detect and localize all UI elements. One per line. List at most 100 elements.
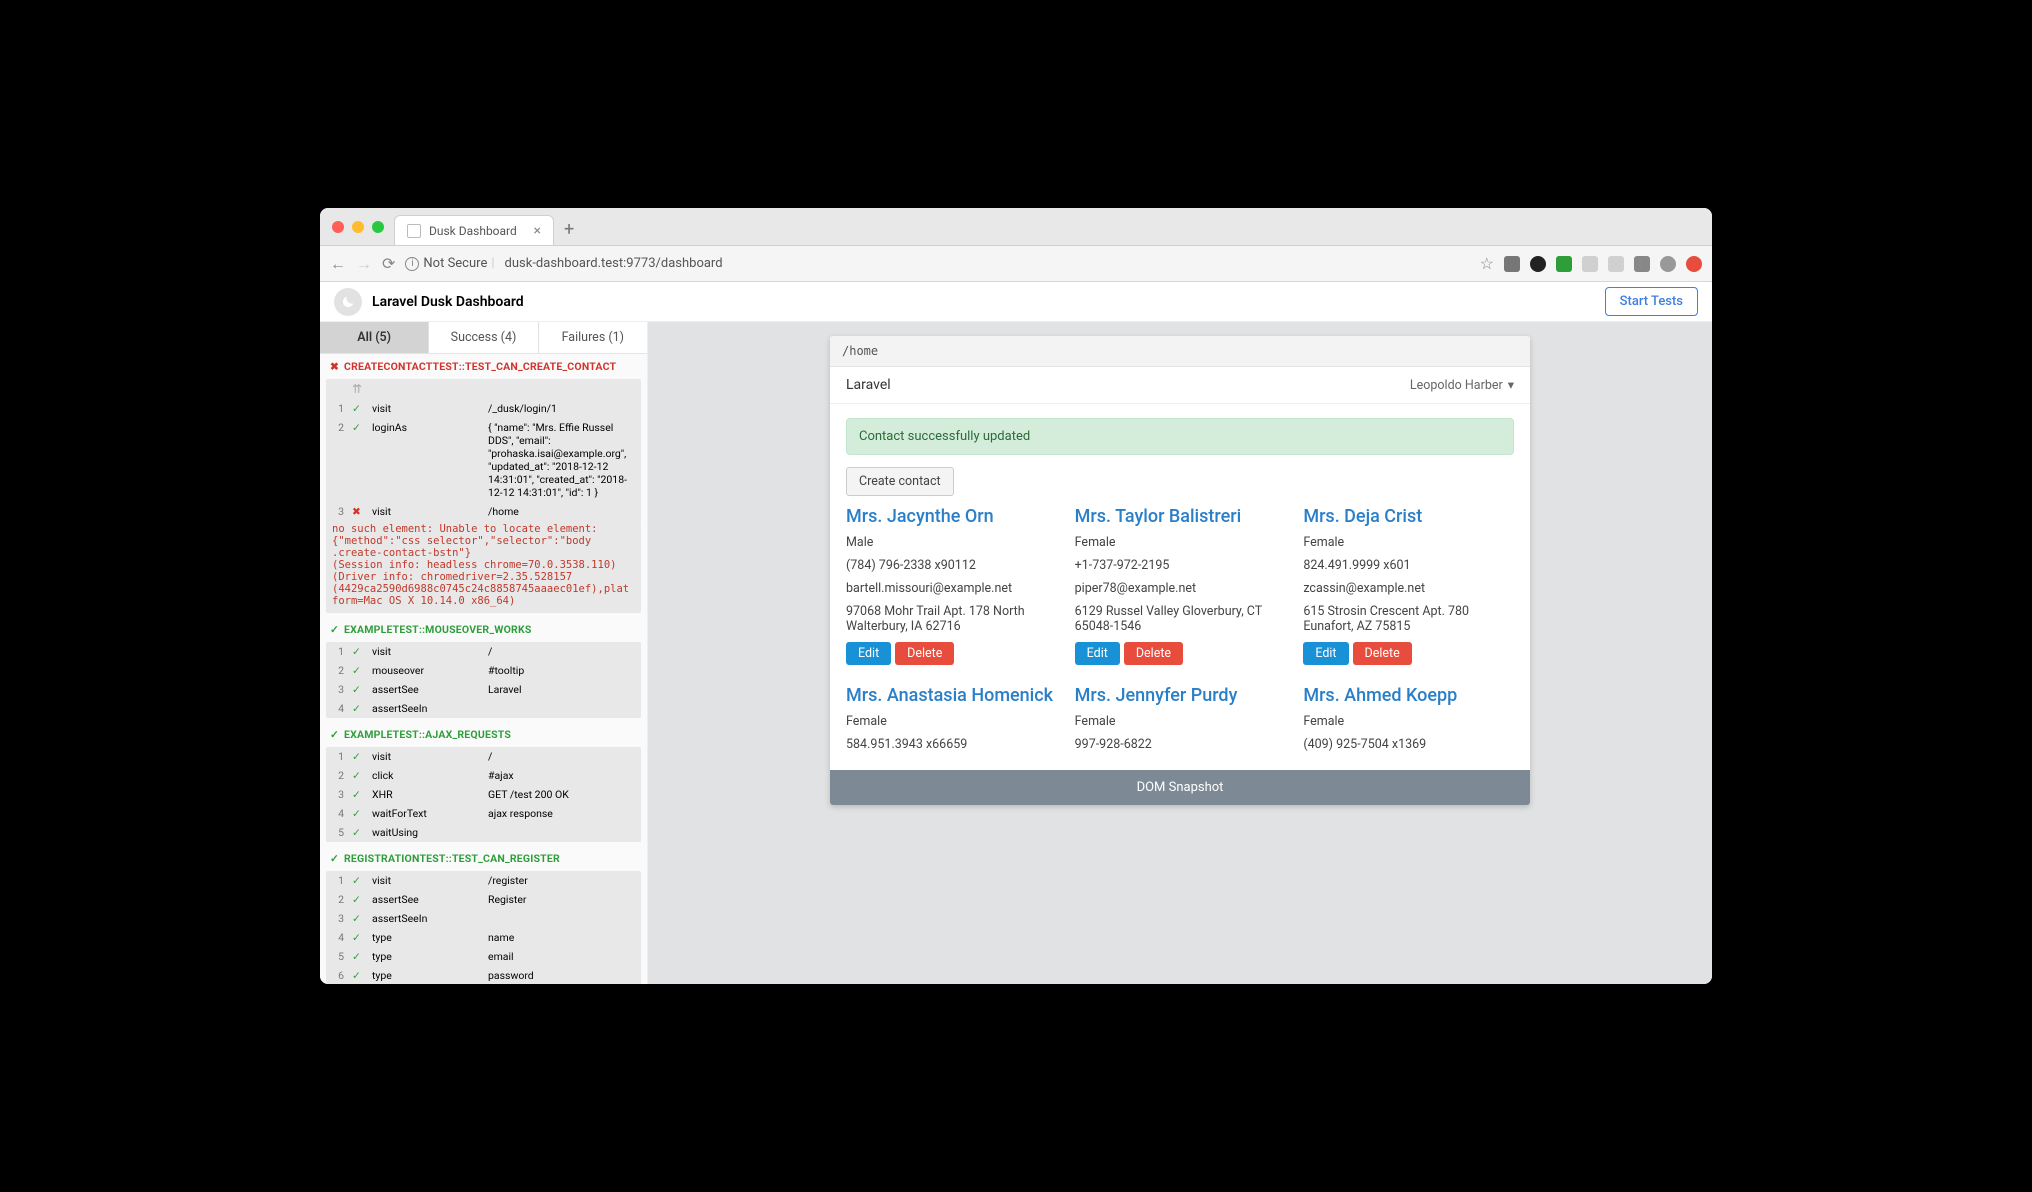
ext-grey-icon[interactable] <box>1582 256 1598 272</box>
step-argument: #ajax <box>488 769 635 782</box>
contact-name[interactable]: Mrs. Anastasia Homenick <box>846 685 1057 706</box>
step-row[interactable]: 5✓waitUsing <box>326 823 641 842</box>
contact-email: bartell.missouri@example.net <box>846 581 1057 596</box>
step-row[interactable]: 4✓waitForTextajax response <box>326 804 641 823</box>
step-command: waitUsing <box>372 826 480 839</box>
edit-button[interactable]: Edit <box>1075 642 1120 665</box>
ext-php-icon[interactable] <box>1504 256 1520 272</box>
step-row[interactable]: 1✓visit/register <box>326 871 641 890</box>
step-number: 4 <box>332 931 344 944</box>
check-icon: ✓ <box>352 893 364 906</box>
test-header[interactable]: ✖CREATECONTACTTEST::TEST_CAN_CREATE_CONT… <box>320 354 647 379</box>
test-header[interactable]: ✓EXAMPLETEST::AJAX_REQUESTS <box>320 722 647 747</box>
check-icon: ✓ <box>352 912 364 925</box>
avatar-icon[interactable] <box>1660 256 1676 272</box>
step-row[interactable]: 4✓typename <box>326 928 641 947</box>
minimize-window-icon[interactable] <box>352 221 364 233</box>
filter-tab-failures[interactable]: Failures (1) <box>539 322 647 353</box>
step-row[interactable]: 4✓assertSeeIn <box>326 699 641 718</box>
close-tab-icon[interactable]: × <box>534 223 541 239</box>
delete-button[interactable]: Delete <box>1353 642 1412 665</box>
contact-name[interactable]: Mrs. Jacynthe Orn <box>846 506 1057 527</box>
ext-pusher-icon[interactable] <box>1556 256 1572 272</box>
delete-button[interactable]: Delete <box>1124 642 1183 665</box>
contact-card: Mrs. Jennyfer PurdyFemale997-928-6822 <box>1075 685 1286 760</box>
test-title: CREATECONTACTTEST::TEST_CAN_CREATE_CONTA… <box>344 360 616 373</box>
step-row[interactable]: 2✓mouseover#tooltip <box>326 661 641 680</box>
edit-button[interactable]: Edit <box>846 642 891 665</box>
pin-icon: ⇈ <box>352 382 362 396</box>
step-row[interactable]: 2✓click#ajax <box>326 766 641 785</box>
new-tab-button[interactable]: + <box>564 219 574 240</box>
contact-gender: Female <box>846 714 1057 729</box>
bookmark-star-icon[interactable]: ☆ <box>1480 254 1494 273</box>
test-title: REGISTRATIONTEST::TEST_CAN_REGISTER <box>344 852 560 865</box>
tab-title: Dusk Dashboard <box>429 224 517 238</box>
step-number: 3 <box>332 505 344 518</box>
preview-user-dropdown[interactable]: Leopoldo Harber ▾ <box>1410 377 1514 393</box>
back-button[interactable]: ← <box>330 254 346 274</box>
step-row[interactable]: 5✓typeemail <box>326 947 641 966</box>
test-header[interactable]: ✓REGISTRATIONTEST::TEST_CAN_REGISTER <box>320 846 647 871</box>
step-row[interactable]: 3✓assertSeeIn <box>326 909 641 928</box>
ext-dev-icon[interactable] <box>1634 256 1650 272</box>
step-argument: password <box>488 969 635 982</box>
start-tests-button[interactable]: Start Tests <box>1605 287 1698 316</box>
step-argument: { "name": "Mrs. Effie Russel DDS", "emai… <box>488 421 635 499</box>
step-row[interactable]: 2✓loginAs{ "name": "Mrs. Effie Russel DD… <box>326 418 641 502</box>
filter-tab-success[interactable]: Success (4) <box>429 322 538 353</box>
delete-button[interactable]: Delete <box>895 642 954 665</box>
step-row[interactable]: 3✖visit/home <box>326 502 641 521</box>
contact-address: 6129 Russel Valley Gloverbury, CT 65048-… <box>1075 604 1286 634</box>
step-argument: ajax response <box>488 807 635 820</box>
tests-list[interactable]: ✖CREATECONTACTTEST::TEST_CAN_CREATE_CONT… <box>320 354 647 984</box>
ext-dark-icon[interactable] <box>1530 256 1546 272</box>
contact-name[interactable]: Mrs. Taylor Balistreri <box>1075 506 1286 527</box>
step-argument: email <box>488 950 635 963</box>
check-icon: ✓ <box>352 769 364 782</box>
contact-phone: 997-928-6822 <box>1075 737 1286 752</box>
preview-frame: /home Laravel Leopoldo Harber ▾ Contact … <box>830 336 1530 805</box>
ext-grey2-icon[interactable] <box>1608 256 1624 272</box>
ext-red-icon[interactable] <box>1686 256 1702 272</box>
security-indicator[interactable]: i Not Secure | <box>405 256 494 271</box>
step-row[interactable]: 3✓assertSeeLaravel <box>326 680 641 699</box>
step-command: visit <box>372 505 480 518</box>
maximize-window-icon[interactable] <box>372 221 384 233</box>
step-row[interactable]: 6✓typepassword <box>326 966 641 984</box>
filter-tab-all[interactable]: All (5) <box>320 322 429 353</box>
contact-name[interactable]: Mrs. Deja Crist <box>1303 506 1514 527</box>
step-table: ⇈ 1✓visit/_dusk/login/12✓loginAs{ "name":… <box>326 379 641 521</box>
step-row[interactable]: 1✓visit/_dusk/login/1 <box>326 399 641 418</box>
step-row[interactable]: 1✓visit/ <box>326 642 641 661</box>
address-input[interactable]: dusk-dashboard.test:9773/dashboard <box>505 256 1470 271</box>
create-contact-button[interactable]: Create contact <box>846 467 954 496</box>
step-argument: GET /test 200 OK <box>488 788 635 801</box>
step-command: type <box>372 950 480 963</box>
step-number: 2 <box>332 769 344 782</box>
close-window-icon[interactable] <box>332 221 344 233</box>
contact-name[interactable]: Mrs. Jennyfer Purdy <box>1075 685 1286 706</box>
error-trace: no such element: Unable to locate elemen… <box>326 521 641 613</box>
step-row[interactable]: 1✓visit/ <box>326 747 641 766</box>
step-row[interactable]: 2✓assertSeeRegister <box>326 890 641 909</box>
check-icon: ✓ <box>352 645 364 658</box>
step-command: visit <box>372 645 480 658</box>
check-icon: ✓ <box>352 683 364 696</box>
step-command: assertSee <box>372 893 480 906</box>
contact-gender: Female <box>1303 535 1514 550</box>
success-alert: Contact successfully updated <box>846 418 1514 455</box>
check-icon: ✓ <box>330 623 339 636</box>
step-number: 2 <box>332 421 344 434</box>
step-row[interactable]: 3✓XHRGET /test 200 OK <box>326 785 641 804</box>
contact-address: 615 Strosin Crescent Apt. 780 Eunafort, … <box>1303 604 1514 634</box>
reload-button[interactable]: ⟳ <box>382 254 395 273</box>
browser-tab[interactable]: Dusk Dashboard × <box>394 215 554 245</box>
contact-card: Mrs. Anastasia HomenickFemale584.951.394… <box>846 685 1057 760</box>
test-header[interactable]: ✓EXAMPLETEST::MOUSEOVER_WORKS <box>320 617 647 642</box>
step-row[interactable]: ⇈ <box>326 379 641 399</box>
forward-button[interactable]: → <box>356 254 372 274</box>
dom-snapshot-button[interactable]: DOM Snapshot <box>830 770 1530 805</box>
edit-button[interactable]: Edit <box>1303 642 1348 665</box>
contact-name[interactable]: Mrs. Ahmed Koepp <box>1303 685 1514 706</box>
